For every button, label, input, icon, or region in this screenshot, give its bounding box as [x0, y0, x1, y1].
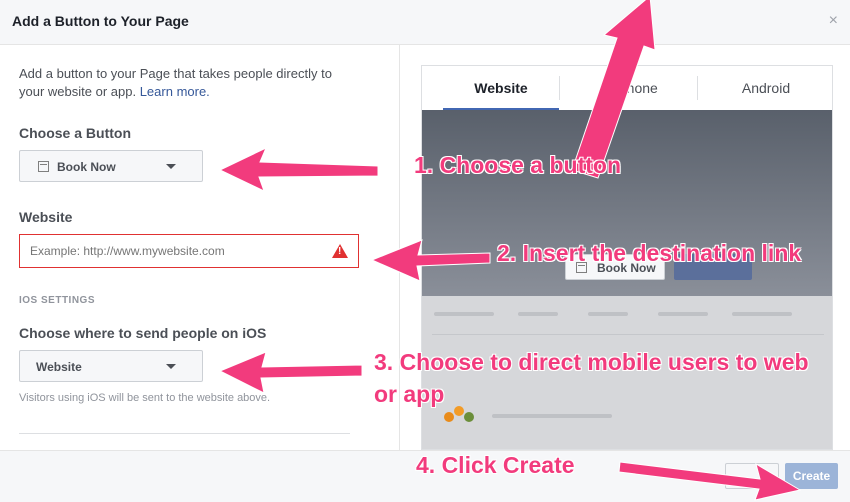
- tab-android[interactable]: Android: [706, 66, 826, 110]
- chevron-down-icon: [166, 164, 176, 169]
- tab-divider: [697, 76, 698, 100]
- cover-photo-placeholder: Book Now: [422, 110, 832, 296]
- annotation-step-1: 1. Choose a button: [414, 152, 621, 178]
- choose-button-label: Choose a Button: [19, 125, 131, 141]
- thumbnail-image: [444, 406, 482, 424]
- warning-icon: !: [332, 244, 348, 258]
- annotation-step-2: 2. Insert the destination link: [497, 240, 802, 266]
- website-input[interactable]: [28, 243, 322, 259]
- ios-label: Choose where to send people on iOS: [19, 325, 267, 341]
- tab-website[interactable]: Website: [443, 66, 559, 111]
- settings-panel: Add a button to your Page that takes peo…: [0, 45, 398, 450]
- annotation-step-4: 4. Click Create: [416, 452, 575, 478]
- ios-settings-heading: IOS SETTINGS: [19, 295, 96, 306]
- ios-destination-select[interactable]: Website: [19, 350, 203, 382]
- dialog-title: Add a Button to Your Page: [12, 13, 189, 29]
- close-icon[interactable]: ×: [829, 12, 838, 30]
- intro-text: Add a button to your Page that takes peo…: [19, 65, 359, 101]
- create-button[interactable]: Create: [785, 463, 838, 489]
- calendar-icon: [38, 161, 49, 172]
- button-type-value: Book Now: [57, 160, 116, 174]
- divider: [19, 433, 350, 434]
- preview-tabs: Website iPhone Android: [422, 66, 832, 111]
- annotation-step-3-line-1: 3. Choose to direct mobile users to web: [374, 349, 809, 375]
- chevron-down-icon: [166, 364, 176, 369]
- button-type-select[interactable]: Book Now: [19, 150, 203, 182]
- dialog-header: Add a Button to Your Page ×: [0, 0, 850, 45]
- ios-destination-value: Website: [36, 360, 82, 374]
- ios-hint: Visitors using iOS will be sent to the w…: [19, 392, 271, 404]
- tab-iphone[interactable]: iPhone: [574, 66, 698, 110]
- cancel-button[interactable]: [725, 463, 779, 489]
- website-label: Website: [19, 209, 73, 225]
- website-field[interactable]: !: [19, 234, 359, 268]
- annotation-step-3-line-2: or app: [374, 381, 445, 407]
- tab-divider: [559, 76, 560, 100]
- learn-more-link[interactable]: Learn more.: [140, 84, 210, 99]
